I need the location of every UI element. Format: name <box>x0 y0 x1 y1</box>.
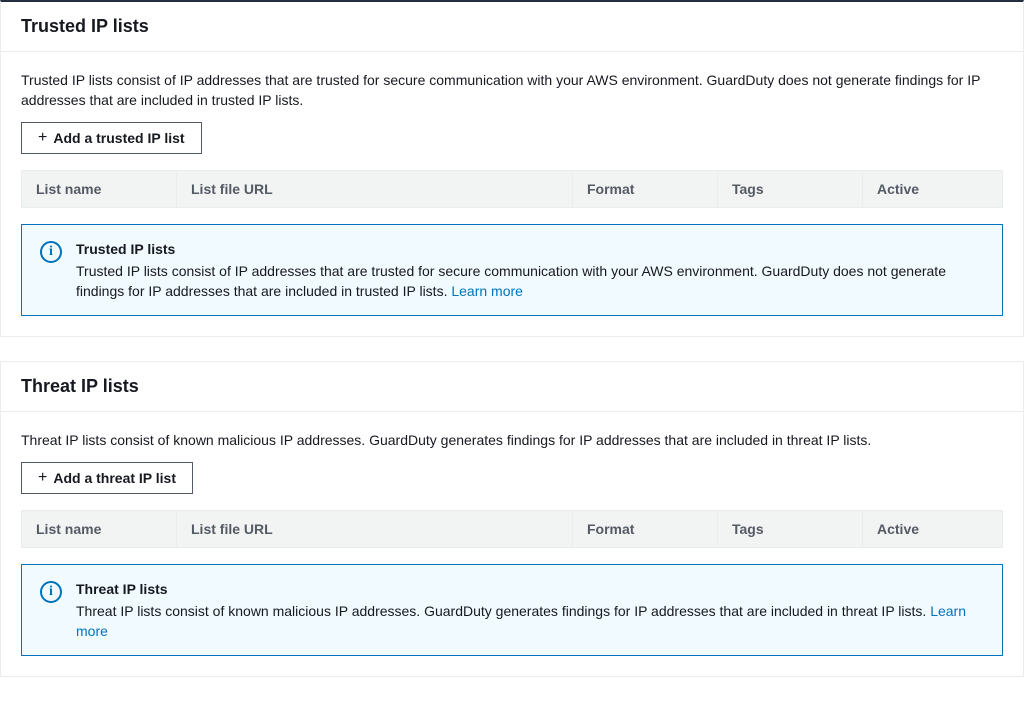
add-trusted-button-label: Add a trusted IP list <box>53 128 184 148</box>
threat-col-url[interactable]: List file URL <box>177 511 573 548</box>
trusted-info-box: i Trusted IP lists Trusted IP lists cons… <box>21 224 1003 316</box>
threat-col-format[interactable]: Format <box>573 511 718 548</box>
plus-icon: + <box>38 130 47 146</box>
trusted-col-tags[interactable]: Tags <box>718 171 863 208</box>
trusted-col-name[interactable]: List name <box>22 171 177 208</box>
trusted-col-format[interactable]: Format <box>573 171 718 208</box>
threat-panel-header: Threat IP lists <box>1 362 1023 412</box>
plus-icon: + <box>38 470 47 486</box>
threat-ip-lists-panel: Threat IP lists Threat IP lists consist … <box>0 361 1024 677</box>
trusted-panel-header: Trusted IP lists <box>1 2 1023 52</box>
threat-info-content: Threat IP lists Threat IP lists consist … <box>76 579 984 641</box>
info-icon: i <box>40 581 62 603</box>
threat-info-box: i Threat IP lists Threat IP lists consis… <box>21 564 1003 656</box>
threat-info-text: Threat IP lists consist of known malicio… <box>76 603 930 619</box>
trusted-ip-table: List name List file URL Format Tags Acti… <box>21 170 1003 208</box>
trusted-info-title: Trusted IP lists <box>76 239 984 259</box>
trusted-title: Trusted IP lists <box>21 16 1003 37</box>
threat-col-active[interactable]: Active <box>863 511 1003 548</box>
threat-panel-body: Threat IP lists consist of known malicio… <box>1 412 1023 676</box>
threat-title: Threat IP lists <box>21 376 1003 397</box>
trusted-panel-body: Trusted IP lists consist of IP addresses… <box>1 52 1023 336</box>
threat-col-name[interactable]: List name <box>22 511 177 548</box>
trusted-col-url[interactable]: List file URL <box>177 171 573 208</box>
trusted-description: Trusted IP lists consist of IP addresses… <box>21 70 1003 110</box>
info-icon: i <box>40 241 62 263</box>
trusted-col-active[interactable]: Active <box>863 171 1003 208</box>
threat-description: Threat IP lists consist of known malicio… <box>21 430 1003 450</box>
add-threat-button-label: Add a threat IP list <box>53 468 176 488</box>
threat-col-tags[interactable]: Tags <box>718 511 863 548</box>
trusted-ip-lists-panel: Trusted IP lists Trusted IP lists consis… <box>0 0 1024 337</box>
add-threat-ip-list-button[interactable]: + Add a threat IP list <box>21 462 193 494</box>
add-trusted-ip-list-button[interactable]: + Add a trusted IP list <box>21 122 202 154</box>
trusted-learn-more-link[interactable]: Learn more <box>451 283 523 299</box>
threat-ip-table: List name List file URL Format Tags Acti… <box>21 510 1003 548</box>
trusted-info-content: Trusted IP lists Trusted IP lists consis… <box>76 239 984 301</box>
threat-info-title: Threat IP lists <box>76 579 984 599</box>
